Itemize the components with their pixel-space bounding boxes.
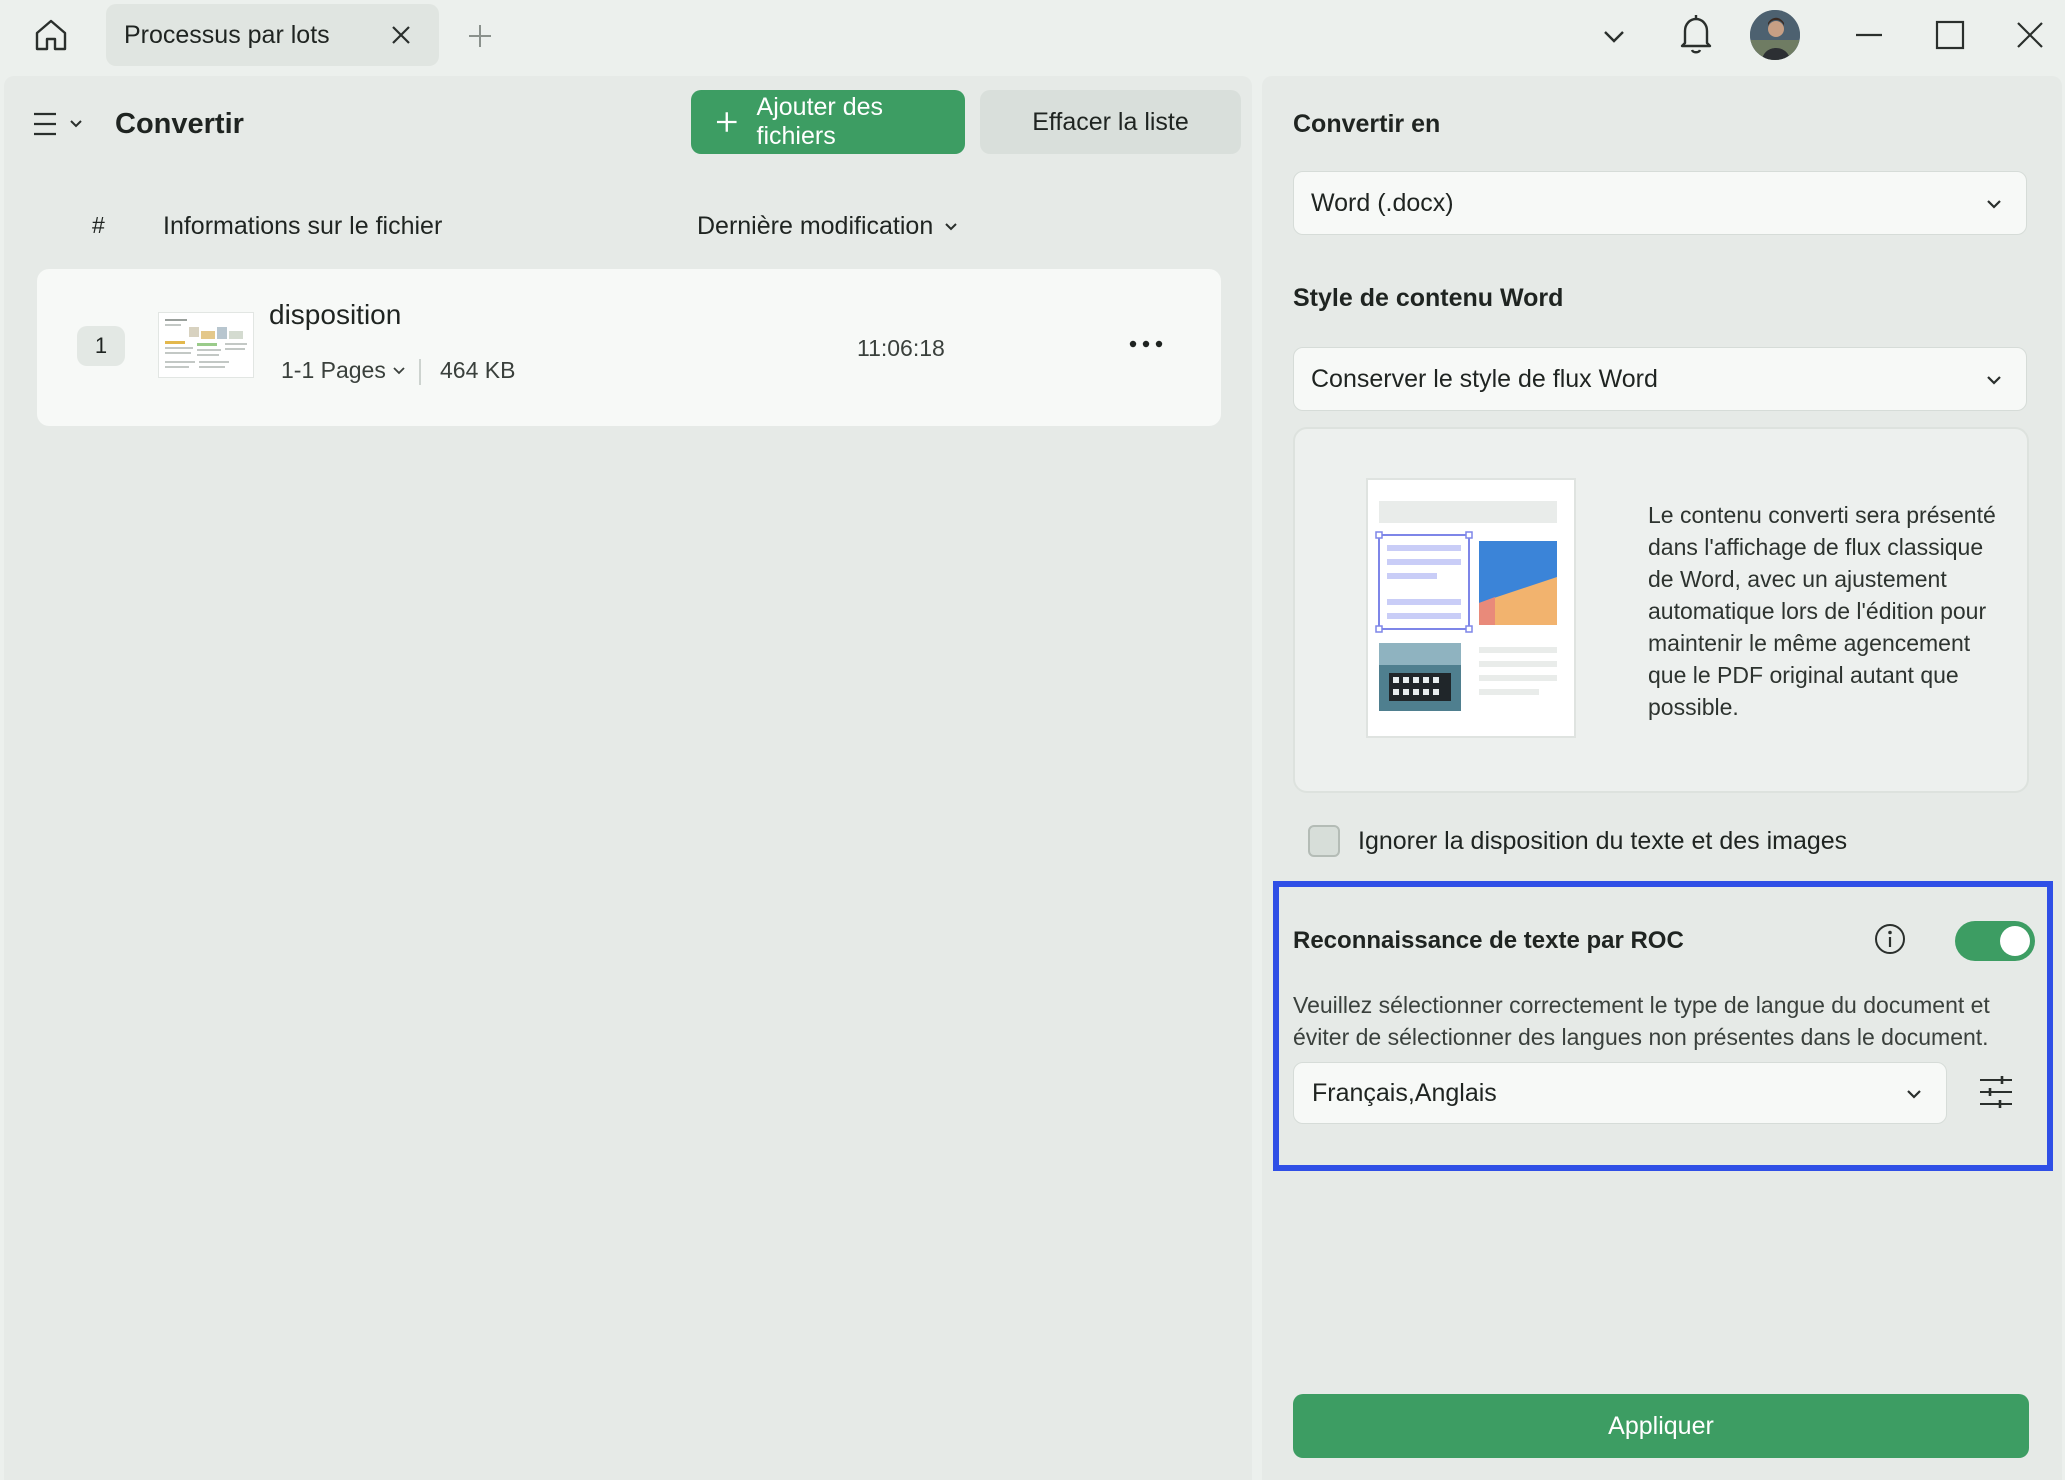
column-header-last-modified-label: Dernière modification <box>697 212 934 240</box>
chevron-down-icon <box>1907 1090 1921 1099</box>
ocr-title: Reconnaissance de texte par ROC <box>1293 927 1684 954</box>
output-format-select[interactable]: Word (.docx) <box>1293 171 2027 235</box>
word-content-style-label: Style de contenu Word <box>1293 284 1564 312</box>
chevron-down-icon <box>1987 376 2001 385</box>
file-thumbnail <box>158 312 254 378</box>
avatar[interactable] <box>1750 10 1800 60</box>
ignore-layout-checkbox[interactable] <box>1308 825 1340 857</box>
conversion-settings-panel: Convertir en Word (.docx) Style de conte… <box>1262 76 2062 1480</box>
minimize-icon[interactable] <box>1852 18 1886 52</box>
chevron-down-icon <box>393 366 405 374</box>
more-options-icon[interactable] <box>1123 329 1169 359</box>
row-index: 1 <box>77 326 125 366</box>
page-range-label: 1-1 Pages <box>281 357 386 383</box>
apply-label: Appliquer <box>1608 1411 1714 1440</box>
menu-button[interactable] <box>32 104 92 144</box>
style-preview-description: Le contenu converti sera présenté dans l… <box>1648 502 1996 720</box>
tab-label: Processus par lots <box>124 20 330 49</box>
page-title: Convertir <box>115 108 244 140</box>
chevron-down-icon[interactable] <box>1598 20 1630 52</box>
style-preview-card: Le contenu converti sera présenté dans l… <box>1293 427 2029 793</box>
close-window-icon[interactable] <box>2013 18 2047 52</box>
file-name: disposition <box>269 299 402 330</box>
plus-icon <box>716 112 737 132</box>
output-format-value: Word (.docx) <box>1311 188 1454 217</box>
plus-icon[interactable] <box>466 22 494 50</box>
maximize-icon[interactable] <box>1933 18 1967 52</box>
chevron-down-icon <box>1987 200 2001 209</box>
home-icon <box>35 19 67 51</box>
ocr-language-value: Français,Anglais <box>1312 1078 1497 1107</box>
divider <box>419 359 421 385</box>
sliders-icon[interactable] <box>1976 1072 2016 1112</box>
convert-to-label: Convertir en <box>1293 110 1441 138</box>
file-size: 464 KB <box>440 357 516 383</box>
ocr-toggle[interactable] <box>1955 921 2035 961</box>
ignore-layout-option[interactable]: Ignorer la disposition du texte et des i… <box>1308 825 1847 857</box>
file-modified-time: 11:06:18 <box>857 335 945 361</box>
tab-batch-process[interactable]: Processus par lots <box>106 4 439 66</box>
column-header-index: # <box>92 212 105 238</box>
word-content-style-select[interactable]: Conserver le style de flux Word <box>1293 347 2027 411</box>
clear-list-button[interactable]: Effacer la liste <box>980 90 1241 154</box>
ocr-description: Veuillez sélectionner correctement le ty… <box>1293 992 1990 1050</box>
toggle-knob <box>2000 926 2030 956</box>
add-files-button[interactable]: Ajouter des fichiers <box>691 90 965 154</box>
hamburger-icon <box>34 112 56 136</box>
apply-button[interactable]: Appliquer <box>1293 1394 2029 1458</box>
close-icon[interactable] <box>389 23 413 47</box>
column-header-file-info: Informations sur le fichier <box>163 212 443 240</box>
ocr-section: Reconnaissance de texte par ROC Veuillez… <box>1273 881 2053 1171</box>
title-bar: Processus par lots <box>0 0 2065 72</box>
chevron-down-icon <box>70 120 82 128</box>
flow-layout-illustration <box>1366 478 1576 738</box>
ocr-language-select[interactable]: Français,Anglais <box>1293 1062 1947 1124</box>
home-button[interactable] <box>28 12 74 58</box>
file-row[interactable]: 1 disposition 1-1 Pages 464 KB 11:06:18 <box>37 269 1221 426</box>
ignore-layout-label: Ignorer la disposition du texte et des i… <box>1358 826 1848 855</box>
page-range-dropdown[interactable]: 1-1 Pages <box>281 357 406 384</box>
info-icon[interactable] <box>1873 922 1907 956</box>
chevron-down-icon <box>945 222 957 230</box>
bell-icon[interactable] <box>1676 12 1716 56</box>
add-files-label: Ajouter des fichiers <box>756 93 883 150</box>
word-content-style-value: Conserver le style de flux Word <box>1311 364 1658 393</box>
clear-list-label: Effacer la liste <box>1032 107 1189 136</box>
column-header-last-modified[interactable]: Dernière modification <box>697 212 959 241</box>
file-list-panel: Convertir Ajouter des fichiers Effacer l… <box>4 76 1252 1480</box>
